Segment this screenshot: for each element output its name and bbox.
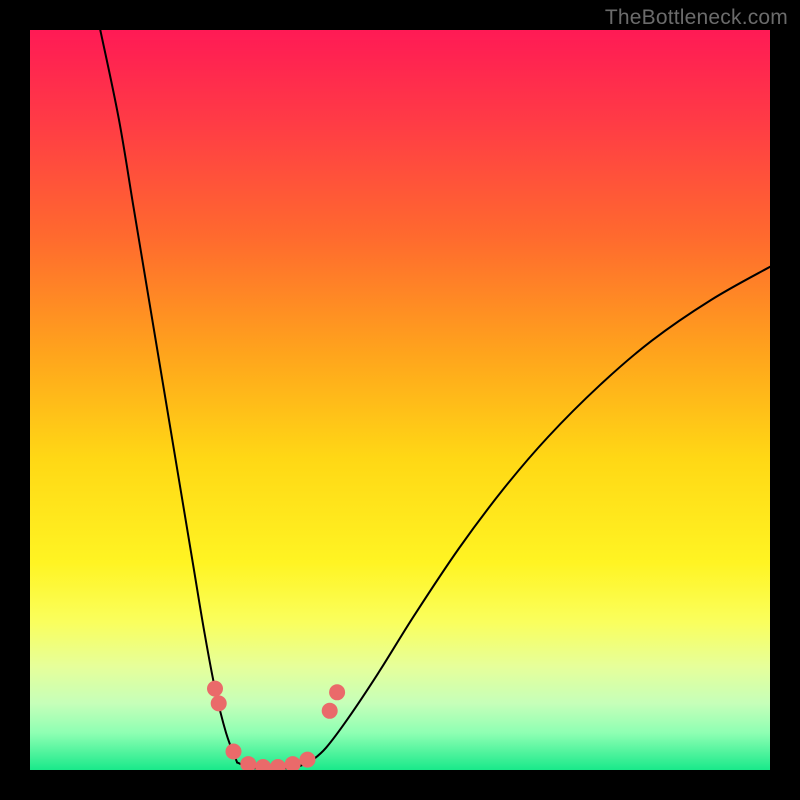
marker-group	[207, 681, 345, 770]
data-marker	[255, 759, 271, 770]
data-marker	[226, 744, 242, 760]
curve-right-branch	[311, 267, 770, 761]
plot-area	[30, 30, 770, 770]
data-marker	[270, 759, 286, 770]
chart-frame: TheBottleneck.com	[0, 0, 800, 800]
data-marker	[211, 695, 227, 711]
data-marker	[207, 681, 223, 697]
data-marker	[240, 756, 256, 770]
curve-left-branch	[100, 30, 237, 763]
watermark-text: TheBottleneck.com	[605, 6, 788, 30]
data-marker	[329, 684, 345, 700]
data-marker	[300, 752, 316, 768]
curve-svg	[30, 30, 770, 770]
data-marker	[322, 703, 338, 719]
data-marker	[285, 756, 301, 770]
